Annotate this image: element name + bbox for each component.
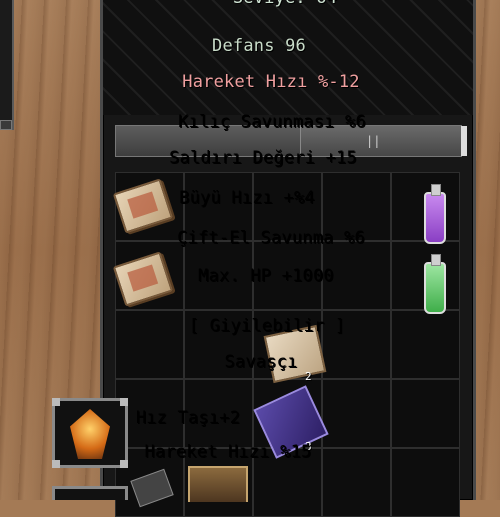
inventory-slot[interactable] bbox=[115, 310, 184, 379]
scroll-stack-count: 3 bbox=[305, 440, 312, 453]
tab-marker: || bbox=[366, 134, 381, 148]
speed-stone-icon bbox=[70, 409, 110, 459]
inventory-slot[interactable] bbox=[184, 241, 253, 310]
inventory-slot[interactable] bbox=[322, 172, 391, 241]
card-stack-count: 2 bbox=[305, 370, 312, 383]
inventory-slot[interactable] bbox=[322, 379, 391, 448]
inventory-slot[interactable] bbox=[184, 172, 253, 241]
equipment-backdrop bbox=[103, 0, 473, 115]
inventory-slot[interactable] bbox=[391, 310, 460, 379]
inventory-slot[interactable] bbox=[253, 172, 322, 241]
inventory-slot[interactable] bbox=[322, 448, 391, 517]
inventory-slot[interactable] bbox=[322, 241, 391, 310]
potion-purple-icon[interactable] bbox=[424, 184, 446, 244]
scrollbar-end[interactable] bbox=[461, 126, 467, 156]
inventory-slot[interactable] bbox=[391, 379, 460, 448]
inventory-tab-bar[interactable]: || bbox=[115, 125, 467, 157]
chest-icon[interactable] bbox=[188, 466, 248, 502]
inventory-slot[interactable] bbox=[184, 379, 253, 448]
potion-green-icon[interactable] bbox=[424, 254, 446, 314]
left-panel-edge bbox=[0, 0, 14, 130]
inventory-slot[interactable] bbox=[184, 310, 253, 379]
inventory-slot[interactable] bbox=[322, 310, 391, 379]
next-item-slot[interactable] bbox=[52, 486, 128, 500]
speed-stone-slot[interactable] bbox=[52, 398, 128, 468]
inventory-slot[interactable] bbox=[391, 448, 460, 517]
inventory-tab-2[interactable] bbox=[300, 126, 461, 156]
panel-knob[interactable] bbox=[0, 120, 12, 130]
inventory-slot[interactable] bbox=[253, 241, 322, 310]
inventory-slot[interactable] bbox=[253, 448, 322, 517]
